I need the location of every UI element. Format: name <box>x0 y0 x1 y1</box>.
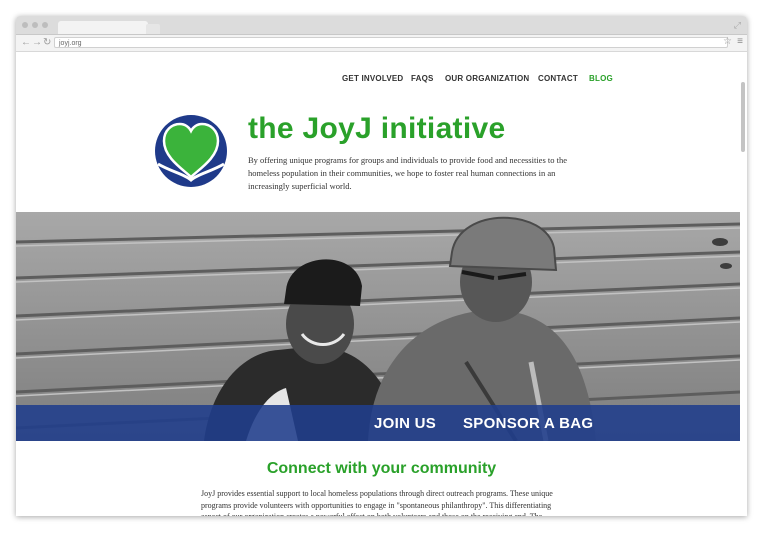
section-heading: Connect with your community <box>266 460 497 477</box>
zoom-window-dot[interactable] <box>42 22 48 28</box>
star-icon[interactable]: ☆ <box>723 36 732 47</box>
join-us-button[interactable]: JOIN US <box>374 415 436 432</box>
back-arrow-icon[interactable]: ← <box>21 37 31 48</box>
heart-logo-icon[interactable] <box>154 114 228 188</box>
site-title: the JoyJ initiative <box>248 112 506 145</box>
nav-faqs[interactable]: FAQS <box>411 74 434 83</box>
browser-window: ⤢ ← → ↻ joyj.org ☆ ≡ GET INVOLVED FAQS O… <box>16 16 747 516</box>
nav-our-organization[interactable]: OUR ORGANIZATION <box>445 74 529 83</box>
site-tagline: By offering unique programs for groups a… <box>248 155 568 191</box>
nav-get-involved[interactable]: GET INVOLVED <box>342 74 403 83</box>
expand-icon[interactable]: ⤢ <box>734 20 741 31</box>
sponsor-a-bag-button[interactable]: SPONSOR A BAG <box>463 415 593 432</box>
nav-blog[interactable]: BLOG <box>589 74 613 83</box>
body-copy: JoyJ provides essential support to local… <box>201 489 553 516</box>
menu-icon[interactable]: ≡ <box>737 36 743 47</box>
scrollbar[interactable] <box>741 82 745 152</box>
cta-band: JOIN US SPONSOR A BAG <box>16 405 740 441</box>
browser-tab[interactable] <box>58 21 148 34</box>
address-bar[interactable]: joyj.org <box>54 37 728 48</box>
url-text: joyj.org <box>59 40 82 47</box>
forward-arrow-icon[interactable]: → <box>32 37 42 48</box>
new-tab-button[interactable] <box>146 24 160 34</box>
page-viewport: GET INVOLVED FAQS OUR ORGANIZATION CONTA… <box>16 52 747 516</box>
nav-contact[interactable]: CONTACT <box>538 74 578 83</box>
site-nav: GET INVOLVED FAQS OUR ORGANIZATION CONTA… <box>16 74 747 86</box>
reload-icon[interactable]: ↻ <box>43 37 51 48</box>
tab-strip: ⤢ <box>16 16 747 35</box>
close-window-dot[interactable] <box>22 22 28 28</box>
minimize-window-dot[interactable] <box>32 22 38 28</box>
browser-toolbar: ← → ↻ joyj.org ☆ ≡ <box>16 35 747 52</box>
